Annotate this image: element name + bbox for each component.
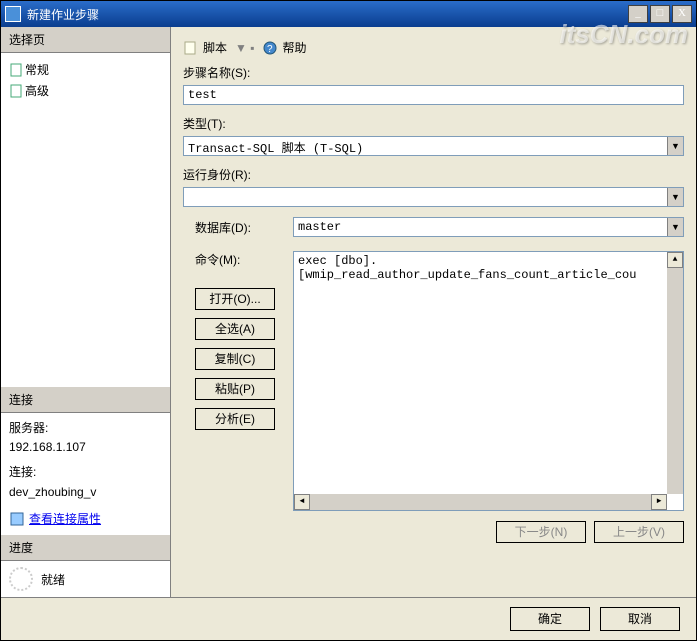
tree-label: 高级 — [25, 82, 49, 99]
conn-label: 连接: — [9, 463, 162, 482]
script-icon — [183, 40, 199, 56]
page-icon — [9, 83, 25, 99]
toolbar-sep: ▼ ▪ — [235, 41, 254, 55]
chevron-down-icon[interactable]: ▼ — [667, 137, 683, 155]
database-combo[interactable]: master ▼ — [293, 217, 684, 237]
view-connection-text: 查看连接属性 — [29, 510, 101, 529]
footer: 确定 取消 — [1, 597, 696, 639]
step-name-input[interactable] — [183, 85, 684, 105]
command-label: 命令(M): — [195, 251, 285, 268]
view-connection-link[interactable]: 查看连接属性 — [9, 510, 162, 529]
select-all-button[interactable]: 全选(A) — [195, 318, 275, 340]
left-panel: 选择页 常规 高级 连接 服务器: 192.168.1.107 连接: dev_… — [1, 27, 171, 597]
progress-status: 就绪 — [41, 571, 65, 588]
chevron-down-icon[interactable]: ▼ — [667, 218, 683, 236]
app-icon — [5, 6, 21, 22]
command-content: exec [dbo].[wmip_read_author_update_fans… — [298, 254, 663, 492]
help-button[interactable]: ? 帮助 — [262, 39, 306, 56]
minimize-button[interactable]: _ — [628, 5, 648, 23]
horizontal-scrollbar[interactable]: ◄ ► — [294, 494, 667, 510]
progress-spinner-icon — [9, 567, 33, 591]
runas-label: 运行身份(R): — [183, 166, 684, 183]
chevron-down-icon[interactable]: ▼ — [667, 188, 683, 206]
next-button[interactable]: 下一步(N) — [496, 521, 586, 543]
toolbar: 脚本 ▼ ▪ ? 帮助 — [183, 35, 684, 64]
conn-value: dev_zhoubing_v — [9, 483, 162, 502]
select-page-header: 选择页 — [1, 27, 170, 53]
connection-info: 服务器: 192.168.1.107 连接: dev_zhoubing_v 查看… — [1, 413, 170, 535]
type-label: 类型(T): — [183, 115, 684, 132]
server-value: 192.168.1.107 — [9, 438, 162, 457]
copy-button[interactable]: 复制(C) — [195, 348, 275, 370]
runas-value — [184, 188, 667, 206]
help-icon: ? — [262, 40, 278, 56]
paste-button[interactable]: 粘贴(P) — [195, 378, 275, 400]
type-combo[interactable]: Transact-SQL 脚本 (T-SQL) ▼ — [183, 136, 684, 156]
right-panel: 脚本 ▼ ▪ ? 帮助 步骤名称(S): 类型(T): Transact-SQL… — [171, 27, 696, 597]
close-button[interactable]: X — [672, 5, 692, 23]
tree-label: 常规 — [25, 61, 49, 78]
svg-text:?: ? — [267, 44, 273, 55]
scroll-right-icon[interactable]: ► — [651, 494, 667, 510]
parse-button[interactable]: 分析(E) — [195, 408, 275, 430]
titlebar: 新建作业步骤 _ □ X — [1, 1, 696, 27]
progress-header: 进度 — [1, 535, 170, 561]
ok-button[interactable]: 确定 — [510, 607, 590, 631]
maximize-button[interactable]: □ — [650, 5, 670, 23]
command-textarea[interactable]: exec [dbo].[wmip_read_author_update_fans… — [293, 251, 684, 511]
prev-button[interactable]: 上一步(V) — [594, 521, 684, 543]
page-icon — [9, 62, 25, 78]
script-button[interactable]: 脚本 — [183, 39, 227, 56]
properties-icon — [9, 511, 25, 527]
runas-combo[interactable]: ▼ — [183, 187, 684, 207]
page-tree: 常规 高级 — [1, 53, 170, 107]
tree-item-general[interactable]: 常规 — [5, 59, 166, 80]
cancel-button[interactable]: 取消 — [600, 607, 680, 631]
scroll-up-icon[interactable]: ▲ — [667, 252, 683, 268]
help-label: 帮助 — [282, 39, 306, 56]
vertical-scrollbar[interactable]: ▲ — [667, 252, 683, 494]
database-label: 数据库(D): — [195, 219, 285, 236]
tree-item-advanced[interactable]: 高级 — [5, 80, 166, 101]
connection-header: 连接 — [1, 387, 170, 413]
window-title: 新建作业步骤 — [27, 6, 628, 23]
script-label: 脚本 — [203, 39, 227, 56]
server-label: 服务器: — [9, 419, 162, 438]
step-name-label: 步骤名称(S): — [183, 64, 684, 81]
database-value: master — [294, 218, 667, 236]
type-value: Transact-SQL 脚本 (T-SQL) — [184, 137, 667, 155]
scroll-left-icon[interactable]: ◄ — [294, 494, 310, 510]
progress-section: 就绪 — [1, 561, 170, 597]
open-button[interactable]: 打开(O)... — [195, 288, 275, 310]
